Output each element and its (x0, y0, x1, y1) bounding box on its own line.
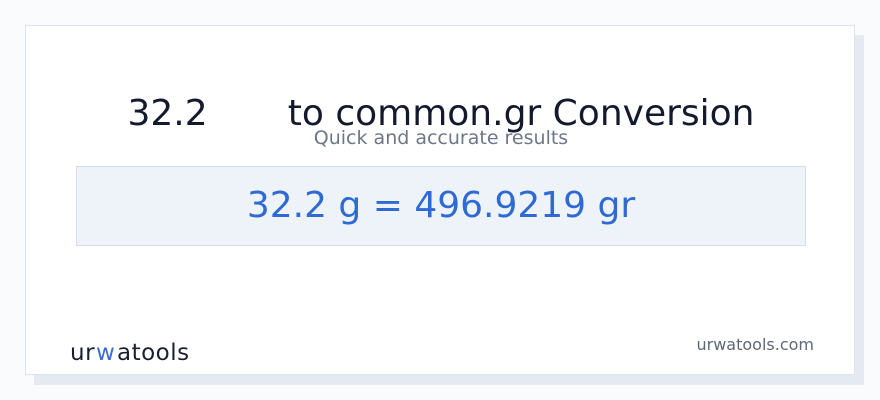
result-box: 32.2 g = 496.9219 gr (76, 166, 806, 246)
svg-text:atools: atools (117, 340, 190, 366)
converter-card: 32.2 to common.gr Conversion Quick and a… (25, 25, 855, 375)
logo-mark: ur w atools (70, 340, 190, 366)
site-link[interactable]: urwatools.com (697, 335, 815, 355)
svg-text:ur: ur (70, 340, 95, 366)
svg-text:w: w (96, 340, 115, 366)
page-subtitle: Quick and accurate results (313, 127, 569, 149)
conversion-result: 32.2 g = 496.9219 gr (246, 185, 636, 226)
brand-logo[interactable]: ur w atools urwatools (70, 336, 189, 366)
